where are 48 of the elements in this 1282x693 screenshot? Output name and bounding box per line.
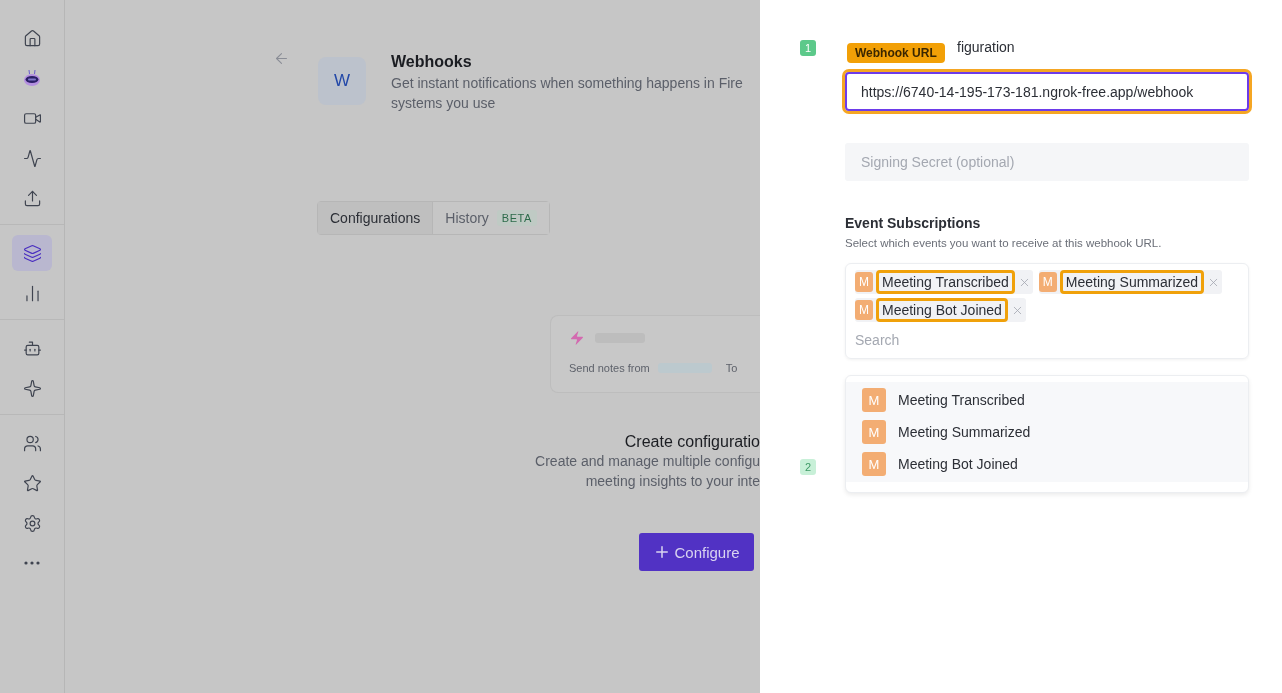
beta-badge: BETA	[496, 210, 537, 226]
event-letter-icon: M	[1038, 272, 1057, 292]
event-letter-icon: M	[862, 388, 886, 412]
dropdown-option[interactable]: M Meeting Summarized	[846, 416, 1248, 448]
event-letter-icon: M	[855, 300, 873, 320]
tab[interactable]: Configurations	[318, 202, 434, 234]
chip-label: Meeting Transcribed	[876, 270, 1015, 294]
field-tooltip: Webhook URL	[847, 43, 945, 63]
event-chip[interactable]: M Meeting Bot Joined	[855, 298, 1026, 322]
event-chip[interactable]: M Meeting Summarized	[1038, 270, 1223, 294]
section-title: figuration	[957, 40, 1015, 54]
users-icon	[22, 433, 42, 453]
sparkle-icon	[22, 378, 42, 398]
home-icon	[22, 28, 42, 48]
sidebar-item[interactable]	[12, 235, 52, 271]
upload-icon	[22, 188, 42, 208]
event-letter-icon: M	[855, 272, 873, 292]
card-text: To	[725, 362, 738, 374]
empty-state-text: Create and manage multiple configu	[535, 452, 760, 471]
star-icon	[22, 473, 42, 493]
webhook-logo: W	[318, 57, 366, 105]
empty-state-text: meeting insights to your inte	[585, 472, 760, 491]
event-select-field[interactable]: M Meeting Transcribed M Meeting Summarized M Meeting Bot Joined Search	[845, 263, 1249, 359]
chip-label: Meeting Summarized	[1059, 270, 1205, 294]
events-description: Select which events you want to receive at this webhook URL.	[845, 237, 1163, 249]
events-title: Event Subscriptions	[845, 215, 982, 231]
layers-icon	[22, 243, 42, 263]
step-number: 2	[800, 459, 816, 475]
event-letter-icon: M	[862, 420, 886, 444]
page-description: Get instant notifications when something happens in Fire	[391, 74, 743, 93]
robot-icon	[23, 69, 41, 87]
dropdown-option[interactable]: M Meeting Bot Joined	[846, 448, 1248, 480]
page-title: Webhooks	[391, 52, 473, 72]
card-text: Send notes from	[569, 362, 650, 374]
configure-button[interactable]: Configure	[639, 533, 754, 571]
page-description: systems you use	[391, 94, 497, 113]
more-icon	[24, 561, 40, 565]
dropdown-option[interactable]: M Meeting Transcribed	[846, 384, 1248, 416]
lightning-icon	[569, 330, 585, 346]
url-input-field[interactable]: https://6740-14-195-173-181.ngrok-free.app/webhook	[845, 72, 1249, 111]
settings-icon	[22, 513, 42, 533]
empty-state-title: Create configuratio	[624, 433, 760, 451]
signing-secret-field[interactable]: Signing Secret (optional)	[845, 143, 1249, 181]
step-number: 1	[800, 40, 816, 56]
activity-icon	[22, 148, 42, 168]
chip-label: Meeting Bot Joined	[876, 298, 1008, 322]
event-letter-icon: M	[862, 452, 886, 476]
event-chip[interactable]: M Meeting Transcribed	[855, 270, 1033, 294]
